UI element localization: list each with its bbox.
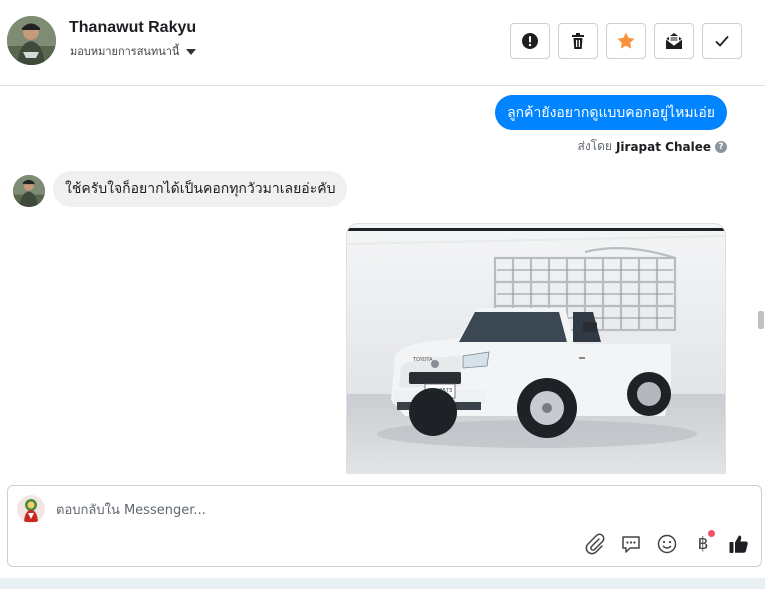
mark-unread-button[interactable] xyxy=(654,23,694,59)
like-icon xyxy=(729,535,748,553)
attach-button[interactable] xyxy=(583,532,607,556)
brand-logo-text: TOYOTA xyxy=(413,357,433,363)
thread-scrollbar[interactable] xyxy=(757,87,765,474)
trash-icon xyxy=(572,33,584,49)
header-actions xyxy=(510,23,742,59)
conversation-view: Thanawut Rakyu มอบหมายการสนทนานี้ ลูกค้า… xyxy=(0,0,765,589)
sender-name: Jirapat Chalee xyxy=(615,139,711,154)
avatar[interactable] xyxy=(7,16,56,65)
assign-conversation-dropdown[interactable]: มอบหมายการสนทนานี้ xyxy=(70,42,197,60)
mark-done-button[interactable] xyxy=(702,23,742,59)
reply-composer: ฿ xyxy=(7,485,762,567)
star-button[interactable] xyxy=(606,23,646,59)
scrollbar-thumb[interactable] xyxy=(758,311,764,329)
reply-input[interactable] xyxy=(56,499,736,521)
emoji-button[interactable] xyxy=(655,532,679,556)
star-icon xyxy=(617,32,635,49)
exclamation-icon xyxy=(522,33,538,49)
incoming-message-bubble[interactable]: ใช้ครับใจก็อยากได้เป็นคอกทุกวัวมาเลยอ่ะค… xyxy=(53,171,348,207)
saved-replies-button[interactable] xyxy=(619,532,643,556)
sent-by-line: ส่งโดย Jirapat Chalee ? xyxy=(577,137,727,156)
conversation-header: Thanawut Rakyu มอบหมายการสนทนานี้ xyxy=(0,0,765,86)
contact-name: Thanawut Rakyu xyxy=(69,19,197,36)
bottom-strip xyxy=(0,578,765,589)
like-button[interactable] xyxy=(727,532,751,556)
sent-by-prefix: ส่งโดย xyxy=(577,139,612,153)
chevron-down-icon xyxy=(186,48,197,55)
license-plate-text: 9ขข 9573 xyxy=(427,388,453,394)
help-icon[interactable]: ? xyxy=(715,140,727,153)
report-spam-button[interactable] xyxy=(510,23,550,59)
paperclip-icon xyxy=(585,533,605,555)
check-icon xyxy=(715,35,729,47)
delete-button[interactable] xyxy=(558,23,598,59)
payment-button[interactable]: ฿ xyxy=(691,530,715,556)
composer-tools: ฿ xyxy=(583,530,751,556)
saved-reply-icon xyxy=(622,536,640,553)
pickup-truck-photo[interactable]: 9ขข 9573 TOYOTA xyxy=(346,223,726,474)
message-thread[interactable]: ลูกค้ายังอยากดูแบบคอกอยู่ไหมเอ่ย ส่งโดย … xyxy=(0,87,765,474)
emoji-icon xyxy=(657,534,677,554)
assign-label: มอบหมายการสนทนานี้ xyxy=(70,45,180,58)
contact-avatar-small xyxy=(13,175,45,207)
payment-icon: ฿ xyxy=(697,534,709,554)
notification-dot xyxy=(708,530,715,537)
page-avatar xyxy=(17,495,45,523)
envelope-icon xyxy=(665,33,683,49)
outgoing-message-bubble[interactable]: ลูกค้ายังอยากดูแบบคอกอยู่ไหมเอ่ย xyxy=(495,95,727,130)
